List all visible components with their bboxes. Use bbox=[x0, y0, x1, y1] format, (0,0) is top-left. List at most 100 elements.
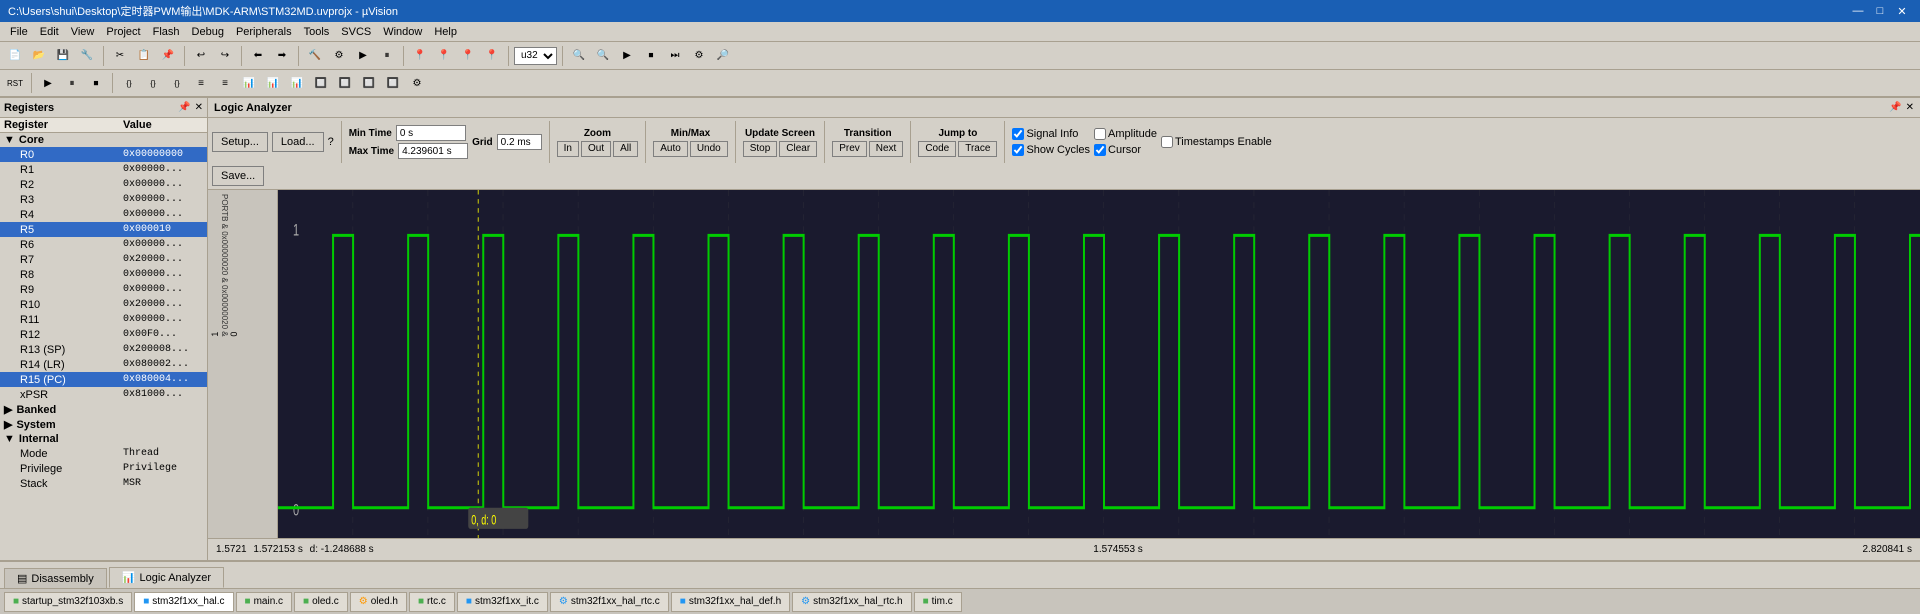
group-internal[interactable]: ▼ Internal bbox=[0, 432, 207, 446]
tb2-la7[interactable]: 📊 bbox=[262, 72, 284, 94]
tb2-la3[interactable]: {} bbox=[166, 72, 188, 94]
menu-file[interactable]: File bbox=[4, 24, 34, 40]
la-code-btn[interactable]: Code bbox=[918, 141, 956, 157]
waveform-draw[interactable]: 1 0 0, d: 0 bbox=[278, 190, 1920, 538]
la-prev-btn[interactable]: Prev bbox=[832, 141, 867, 157]
menu-debug[interactable]: Debug bbox=[186, 24, 230, 40]
ftab-oled-h[interactable]: ⚙ oled.h bbox=[350, 592, 407, 612]
la-cursor-check[interactable]: Cursor bbox=[1094, 144, 1157, 156]
tb-settings[interactable]: ⚙ bbox=[688, 45, 710, 67]
tb-zoom2[interactable]: 🔍 bbox=[592, 45, 614, 67]
la-maxtime-input[interactable] bbox=[398, 143, 468, 159]
tb-redo[interactable]: ↪ bbox=[214, 45, 236, 67]
tb-nav-back[interactable]: ⬅ bbox=[247, 45, 269, 67]
tb-search[interactable]: 🔎 bbox=[712, 45, 734, 67]
la-setup-btn[interactable]: Setup... bbox=[212, 132, 268, 152]
tb-debug3[interactable]: 📍 bbox=[457, 45, 479, 67]
ftab-startup[interactable]: ■ startup_stm32f103xb.s bbox=[4, 592, 132, 612]
la-close[interactable]: ✕ bbox=[1906, 102, 1914, 113]
la-grid-input[interactable] bbox=[497, 134, 542, 150]
tb2-la5[interactable]: ≡ bbox=[214, 72, 236, 94]
group-banked[interactable]: ▶ Banked bbox=[0, 402, 207, 417]
tb2-la9[interactable]: 🔲 bbox=[310, 72, 332, 94]
tb2-la2[interactable]: {} bbox=[142, 72, 164, 94]
tb-undo[interactable]: ↩ bbox=[190, 45, 212, 67]
timestamps-checkbox[interactable] bbox=[1161, 136, 1173, 148]
tb-save[interactable]: 💾 bbox=[52, 45, 74, 67]
group-core[interactable]: ▼ Core bbox=[0, 133, 207, 147]
ftab-it[interactable]: ■ stm32f1xx_it.c bbox=[457, 592, 548, 612]
ftab-oled-c[interactable]: ■ oled.c bbox=[294, 592, 348, 612]
la-undo-btn[interactable]: Undo bbox=[690, 141, 728, 157]
tb2-la13[interactable]: ⚙ bbox=[406, 72, 428, 94]
registers-pin[interactable]: 📌 bbox=[178, 102, 190, 113]
tb-zoom1[interactable]: 🔍 bbox=[568, 45, 590, 67]
menu-peripherals[interactable]: Peripherals bbox=[230, 24, 298, 40]
tb-debug4[interactable]: 📍 bbox=[481, 45, 503, 67]
la-next-btn[interactable]: Next bbox=[869, 141, 904, 157]
tb-nav-fwd[interactable]: ➡ bbox=[271, 45, 293, 67]
menu-view[interactable]: View bbox=[65, 24, 101, 40]
tb-build4[interactable]: ⏸ bbox=[376, 45, 398, 67]
la-stop-btn[interactable]: Stop bbox=[743, 141, 778, 157]
tb2-2[interactable]: ⏸ bbox=[61, 72, 83, 94]
tb2-la10[interactable]: 🔲 bbox=[334, 72, 356, 94]
close-button[interactable]: ✕ bbox=[1892, 2, 1912, 20]
ftab-hal-rtch[interactable]: ⚙ stm32f1xx_hal_rtc.h bbox=[792, 592, 911, 612]
la-mintime-input[interactable] bbox=[396, 125, 466, 141]
la-zoom-all[interactable]: All bbox=[613, 141, 638, 157]
tb2-3[interactable]: ⏹ bbox=[85, 72, 107, 94]
tb-new[interactable]: 📄 bbox=[4, 45, 26, 67]
la-load-btn[interactable]: Load... bbox=[272, 132, 324, 152]
group-system[interactable]: ▶ System bbox=[0, 417, 207, 432]
menu-help[interactable]: Help bbox=[428, 24, 463, 40]
tb-build2[interactable]: ⚙ bbox=[328, 45, 350, 67]
tb-build[interactable]: 🔨 bbox=[304, 45, 326, 67]
la-signal-info-check[interactable]: Signal Info bbox=[1012, 128, 1090, 140]
menu-tools[interactable]: Tools bbox=[298, 24, 336, 40]
tb-save2[interactable]: 🔧 bbox=[76, 45, 98, 67]
tb-run[interactable]: ▶ bbox=[616, 45, 638, 67]
target-combo[interactable]: u32 bbox=[514, 47, 557, 65]
la-save-btn[interactable]: Save... bbox=[212, 166, 264, 186]
la-amplitude-check[interactable]: Amplitude bbox=[1094, 128, 1157, 140]
minimize-button[interactable]: — bbox=[1848, 2, 1868, 20]
tb2-la8[interactable]: 📊 bbox=[286, 72, 308, 94]
la-clear-btn[interactable]: Clear bbox=[779, 141, 817, 157]
tb-stop[interactable]: ⏹ bbox=[640, 45, 662, 67]
ftab-hal[interactable]: ■ stm32f1xx_hal.c bbox=[134, 592, 233, 612]
tb-cut[interactable]: ✂ bbox=[109, 45, 131, 67]
tb-build3[interactable]: ▶ bbox=[352, 45, 374, 67]
tb2-la11[interactable]: 🔲 bbox=[358, 72, 380, 94]
tab-logic-analyzer[interactable]: 📊 Logic Analyzer bbox=[109, 567, 224, 588]
tb2-1[interactable]: ▶ bbox=[37, 72, 59, 94]
menu-window[interactable]: Window bbox=[377, 24, 428, 40]
menu-project[interactable]: Project bbox=[100, 24, 146, 40]
tb2-la4[interactable]: ≡ bbox=[190, 72, 212, 94]
cursor-checkbox[interactable] bbox=[1094, 144, 1106, 156]
la-trace-btn[interactable]: Trace bbox=[958, 141, 997, 157]
ftab-tim[interactable]: ■ tim.c bbox=[914, 592, 962, 612]
tb-copy[interactable]: 📋 bbox=[133, 45, 155, 67]
tb-step[interactable]: ⏭ bbox=[664, 45, 686, 67]
menu-flash[interactable]: Flash bbox=[147, 24, 186, 40]
la-pin[interactable]: 📌 bbox=[1889, 102, 1901, 113]
tb-open[interactable]: 📂 bbox=[28, 45, 50, 67]
tb-debug2[interactable]: 📍 bbox=[433, 45, 455, 67]
tb-debug1[interactable]: 📍 bbox=[409, 45, 431, 67]
menu-svcs[interactable]: SVCS bbox=[335, 24, 377, 40]
ftab-main[interactable]: ■ main.c bbox=[236, 592, 293, 612]
tb2-la12[interactable]: 🔲 bbox=[382, 72, 404, 94]
la-show-cycles-check[interactable]: Show Cycles bbox=[1012, 144, 1090, 156]
menu-edit[interactable]: Edit bbox=[34, 24, 65, 40]
maximize-button[interactable]: □ bbox=[1870, 2, 1890, 20]
show-cycles-checkbox[interactable] bbox=[1012, 144, 1024, 156]
ftab-hal-def[interactable]: ■ stm32f1xx_hal_def.h bbox=[671, 592, 790, 612]
signal-info-checkbox[interactable] bbox=[1012, 128, 1024, 140]
tb2-reset[interactable]: RST bbox=[4, 72, 26, 94]
ftab-hal-rtc[interactable]: ⚙ stm32f1xx_hal_rtc.c bbox=[550, 592, 669, 612]
amplitude-checkbox[interactable] bbox=[1094, 128, 1106, 140]
la-timestamps-check[interactable]: Timestamps Enable bbox=[1161, 136, 1272, 148]
la-auto-btn[interactable]: Auto bbox=[653, 141, 688, 157]
tb2-la6[interactable]: 📊 bbox=[238, 72, 260, 94]
